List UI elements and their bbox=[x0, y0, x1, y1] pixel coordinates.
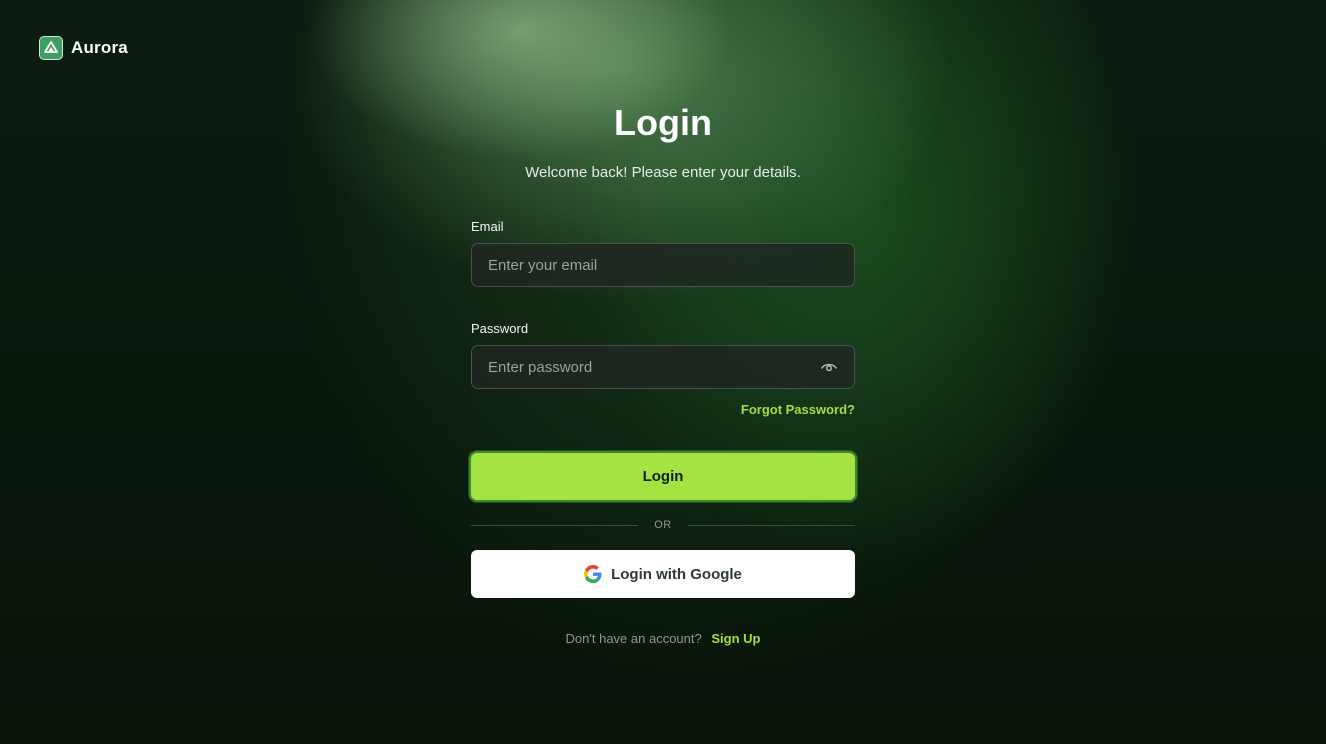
page-title: Login bbox=[614, 102, 712, 143]
divider-line-left bbox=[471, 524, 639, 526]
signup-question: Don't have an account? bbox=[565, 631, 702, 646]
login-with-google-button[interactable]: Login with Google bbox=[471, 550, 855, 598]
forgot-password-link[interactable]: Forgot Password? bbox=[471, 402, 855, 417]
page-subtitle: Welcome back! Please enter your details. bbox=[525, 164, 801, 181]
brand-name: Aurora bbox=[71, 38, 128, 57]
password-field[interactable] bbox=[471, 345, 855, 389]
mountain-logo-icon bbox=[39, 36, 63, 60]
google-icon bbox=[584, 565, 602, 583]
email-field[interactable] bbox=[471, 243, 855, 287]
sign-up-link[interactable]: Sign Up bbox=[711, 631, 760, 646]
email-input[interactable] bbox=[488, 256, 838, 274]
password-input[interactable] bbox=[488, 358, 812, 376]
signup-prompt: Don't have an account? Sign Up bbox=[0, 631, 1326, 646]
divider-line-right bbox=[687, 524, 855, 526]
divider-label: OR bbox=[654, 519, 672, 531]
login-button[interactable]: Login bbox=[469, 451, 857, 502]
brand[interactable]: Aurora bbox=[39, 36, 128, 60]
google-button-label: Login with Google bbox=[611, 565, 742, 583]
password-label: Password bbox=[471, 321, 529, 336]
email-label: Email bbox=[471, 219, 504, 234]
login-page: Aurora Login Welcome back! Please enter … bbox=[0, 0, 1326, 744]
or-divider: OR bbox=[471, 517, 855, 533]
eye-icon[interactable] bbox=[820, 358, 838, 376]
